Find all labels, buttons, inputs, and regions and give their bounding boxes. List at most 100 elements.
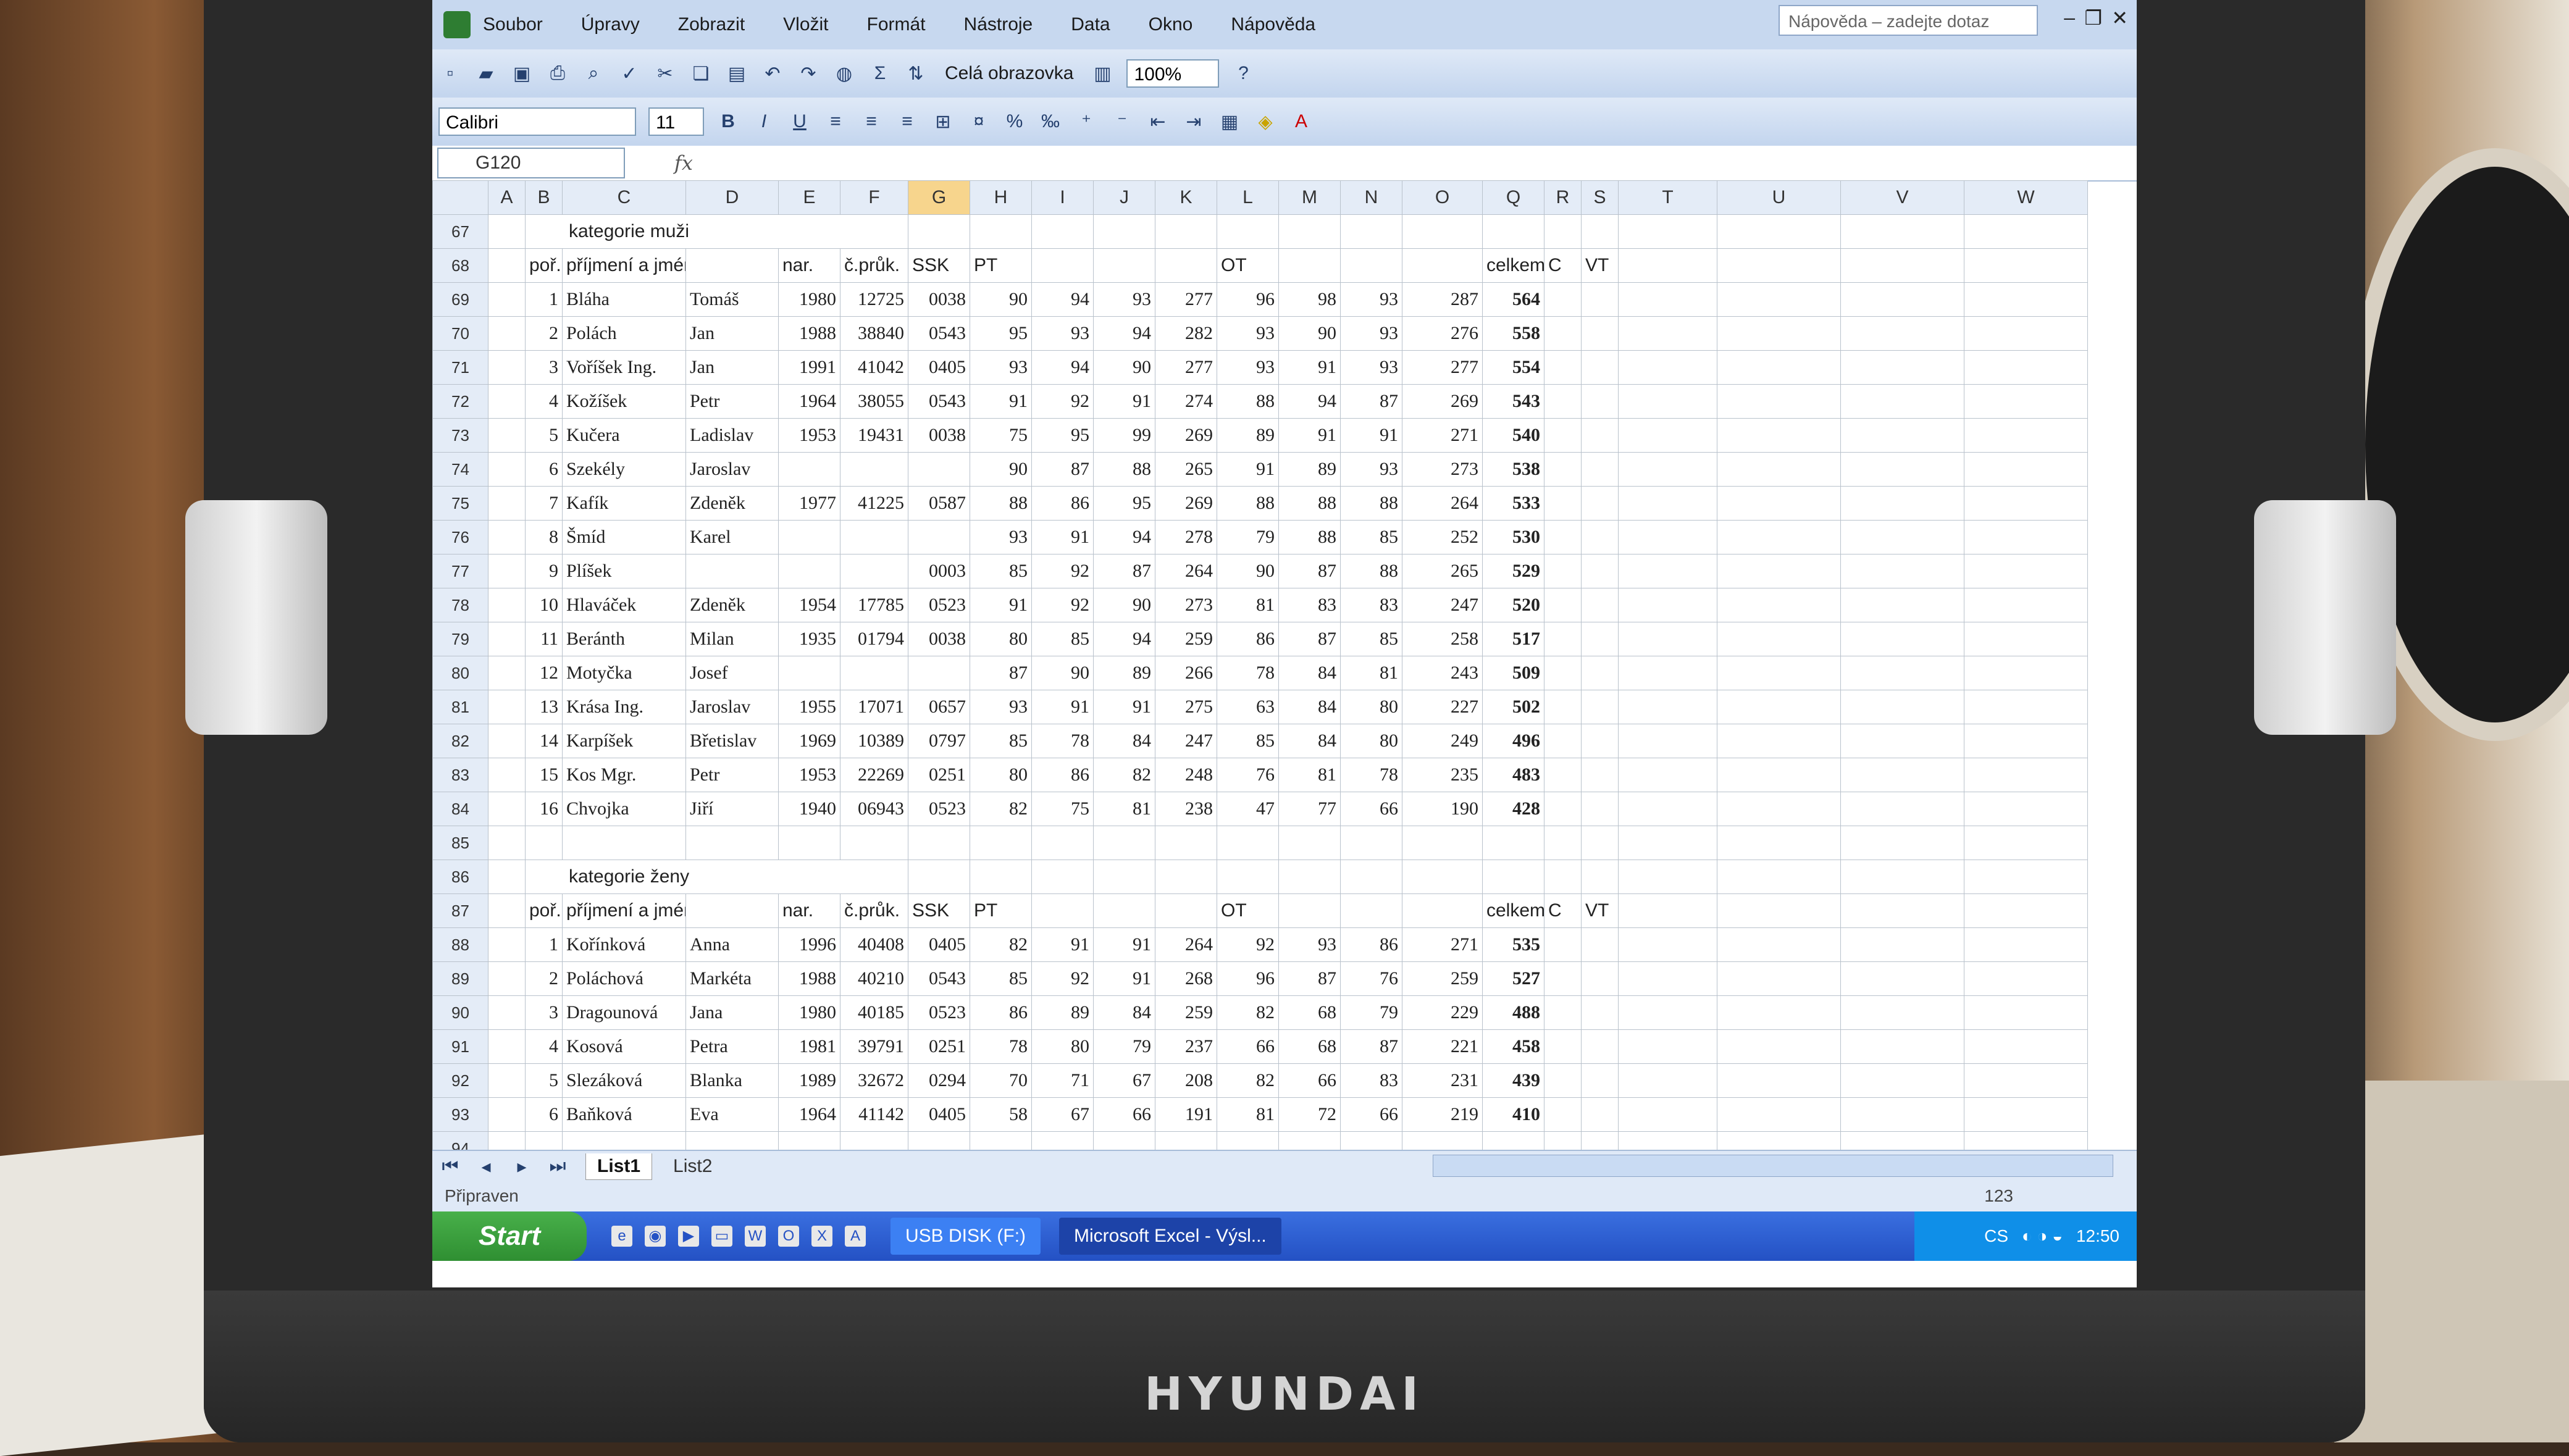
cell[interactable] — [1717, 384, 1841, 419]
column-header-F[interactable]: F — [840, 180, 908, 215]
cell[interactable]: 93 — [1278, 927, 1341, 962]
fill-color-icon[interactable]: ◈ — [1252, 109, 1278, 135]
cell[interactable]: 90 — [1093, 588, 1155, 622]
cell[interactable]: Beránth — [562, 622, 686, 656]
cell[interactable] — [1402, 214, 1483, 249]
cell[interactable]: Kos Mgr. — [562, 758, 686, 792]
last-sheet-icon[interactable]: ⏭ — [545, 1153, 571, 1179]
cell[interactable]: 12725 — [840, 282, 908, 317]
cell[interactable]: 0523 — [908, 588, 970, 622]
cell[interactable]: 93 — [1217, 316, 1279, 351]
font-color-icon[interactable]: A — [1288, 109, 1314, 135]
cell[interactable] — [1581, 961, 1619, 996]
cell[interactable] — [1840, 927, 1964, 962]
cell[interactable] — [970, 860, 1032, 894]
cell[interactable]: 208 — [1155, 1063, 1217, 1098]
excel-app-icon[interactable] — [443, 11, 471, 38]
sheet-tab-List1[interactable]: List1 — [585, 1153, 653, 1180]
column-label-cell[interactable]: SSK — [908, 248, 970, 283]
cell[interactable] — [1581, 860, 1619, 894]
cell[interactable] — [1717, 724, 1841, 758]
cell[interactable]: Petr — [685, 758, 779, 792]
cell[interactable] — [1581, 656, 1619, 690]
cell[interactable] — [1618, 248, 1717, 283]
cell[interactable]: 82 — [970, 792, 1032, 826]
cell[interactable] — [1840, 554, 1964, 588]
cell[interactable]: 259 — [1155, 995, 1217, 1030]
cell[interactable]: 90 — [1278, 316, 1341, 351]
cell[interactable]: 89 — [1093, 656, 1155, 690]
cell[interactable] — [1581, 350, 1619, 385]
menu-3[interactable]: Vložit — [783, 14, 828, 35]
cell[interactable]: 94 — [1093, 316, 1155, 351]
column-header-A[interactable]: A — [488, 180, 526, 215]
cell[interactable]: Tomáš — [685, 282, 779, 317]
cell[interactable] — [1964, 1029, 2088, 1064]
font-name-select[interactable]: Calibri — [438, 107, 636, 136]
cell[interactable] — [488, 724, 526, 758]
column-header-J[interactable]: J — [1093, 180, 1155, 215]
cell[interactable]: 2 — [525, 961, 563, 996]
cell[interactable]: 85 — [1031, 622, 1094, 656]
cell[interactable]: Szekély — [562, 452, 686, 487]
cell[interactable]: 517 — [1482, 622, 1544, 656]
cell[interactable]: 1988 — [778, 961, 840, 996]
menu-6[interactable]: Data — [1071, 14, 1110, 35]
cell[interactable]: 80 — [1340, 690, 1402, 724]
cell[interactable]: 81 — [1217, 1097, 1279, 1132]
cell[interactable] — [1544, 1029, 1582, 1064]
cell[interactable] — [1544, 282, 1582, 317]
cell[interactable] — [1717, 350, 1841, 385]
thousands-icon[interactable]: ‰ — [1037, 109, 1063, 135]
row-header[interactable]: 75 — [432, 486, 488, 521]
cell[interactable] — [1964, 1097, 2088, 1132]
cell[interactable]: 535 — [1482, 927, 1544, 962]
cell[interactable] — [1544, 486, 1582, 521]
cell[interactable] — [1278, 826, 1341, 860]
cell[interactable] — [1964, 384, 2088, 419]
cell[interactable] — [1402, 860, 1483, 894]
cell[interactable]: Voříšek Ing. — [562, 350, 686, 385]
cell[interactable]: 84 — [1278, 656, 1341, 690]
cell[interactable]: 0797 — [908, 724, 970, 758]
menu-8[interactable]: Nápověda — [1231, 14, 1315, 35]
cell[interactable] — [1964, 690, 2088, 724]
column-header-K[interactable]: K — [1155, 180, 1217, 215]
cell[interactable]: 488 — [1482, 995, 1544, 1030]
cell[interactable]: Blanka — [685, 1063, 779, 1098]
cell[interactable]: 80 — [970, 758, 1032, 792]
cell[interactable] — [1964, 656, 2088, 690]
cell[interactable]: 15 — [525, 758, 563, 792]
cell[interactable]: 93 — [1031, 316, 1094, 351]
cell[interactable]: 269 — [1402, 384, 1483, 419]
cell[interactable] — [488, 622, 526, 656]
column-label-cell[interactable]: č.průk. — [840, 248, 908, 283]
cell[interactable]: 264 — [1155, 554, 1217, 588]
cell[interactable]: 88 — [1093, 452, 1155, 487]
row-header[interactable]: 67 — [432, 214, 488, 249]
cell[interactable] — [488, 588, 526, 622]
row-header[interactable]: 77 — [432, 554, 488, 588]
cell[interactable]: 66 — [1340, 792, 1402, 826]
cell[interactable]: 527 — [1482, 961, 1544, 996]
cell[interactable]: 66 — [1093, 1097, 1155, 1132]
cell[interactable]: 40408 — [840, 927, 908, 962]
column-header-Q[interactable]: Q — [1482, 180, 1544, 215]
cell[interactable]: 66 — [1217, 1029, 1279, 1064]
cell[interactable] — [1717, 758, 1841, 792]
cell[interactable]: 78 — [1340, 758, 1402, 792]
cell[interactable]: 6 — [525, 452, 563, 487]
cell[interactable]: 269 — [1155, 418, 1217, 453]
cell[interactable] — [840, 656, 908, 690]
cell[interactable] — [1581, 724, 1619, 758]
cell[interactable] — [1840, 995, 1964, 1030]
cell[interactable] — [488, 486, 526, 521]
column-label-cell[interactable]: C — [1544, 248, 1582, 283]
cell[interactable]: 88 — [1217, 384, 1279, 419]
cell[interactable] — [1544, 350, 1582, 385]
column-label-cell[interactable] — [1031, 248, 1094, 283]
outlook-icon[interactable]: O — [778, 1226, 799, 1247]
menu-0[interactable]: Soubor — [483, 14, 543, 35]
column-header-U[interactable]: U — [1717, 180, 1841, 215]
sheet-tab-List2[interactable]: List2 — [662, 1153, 723, 1180]
